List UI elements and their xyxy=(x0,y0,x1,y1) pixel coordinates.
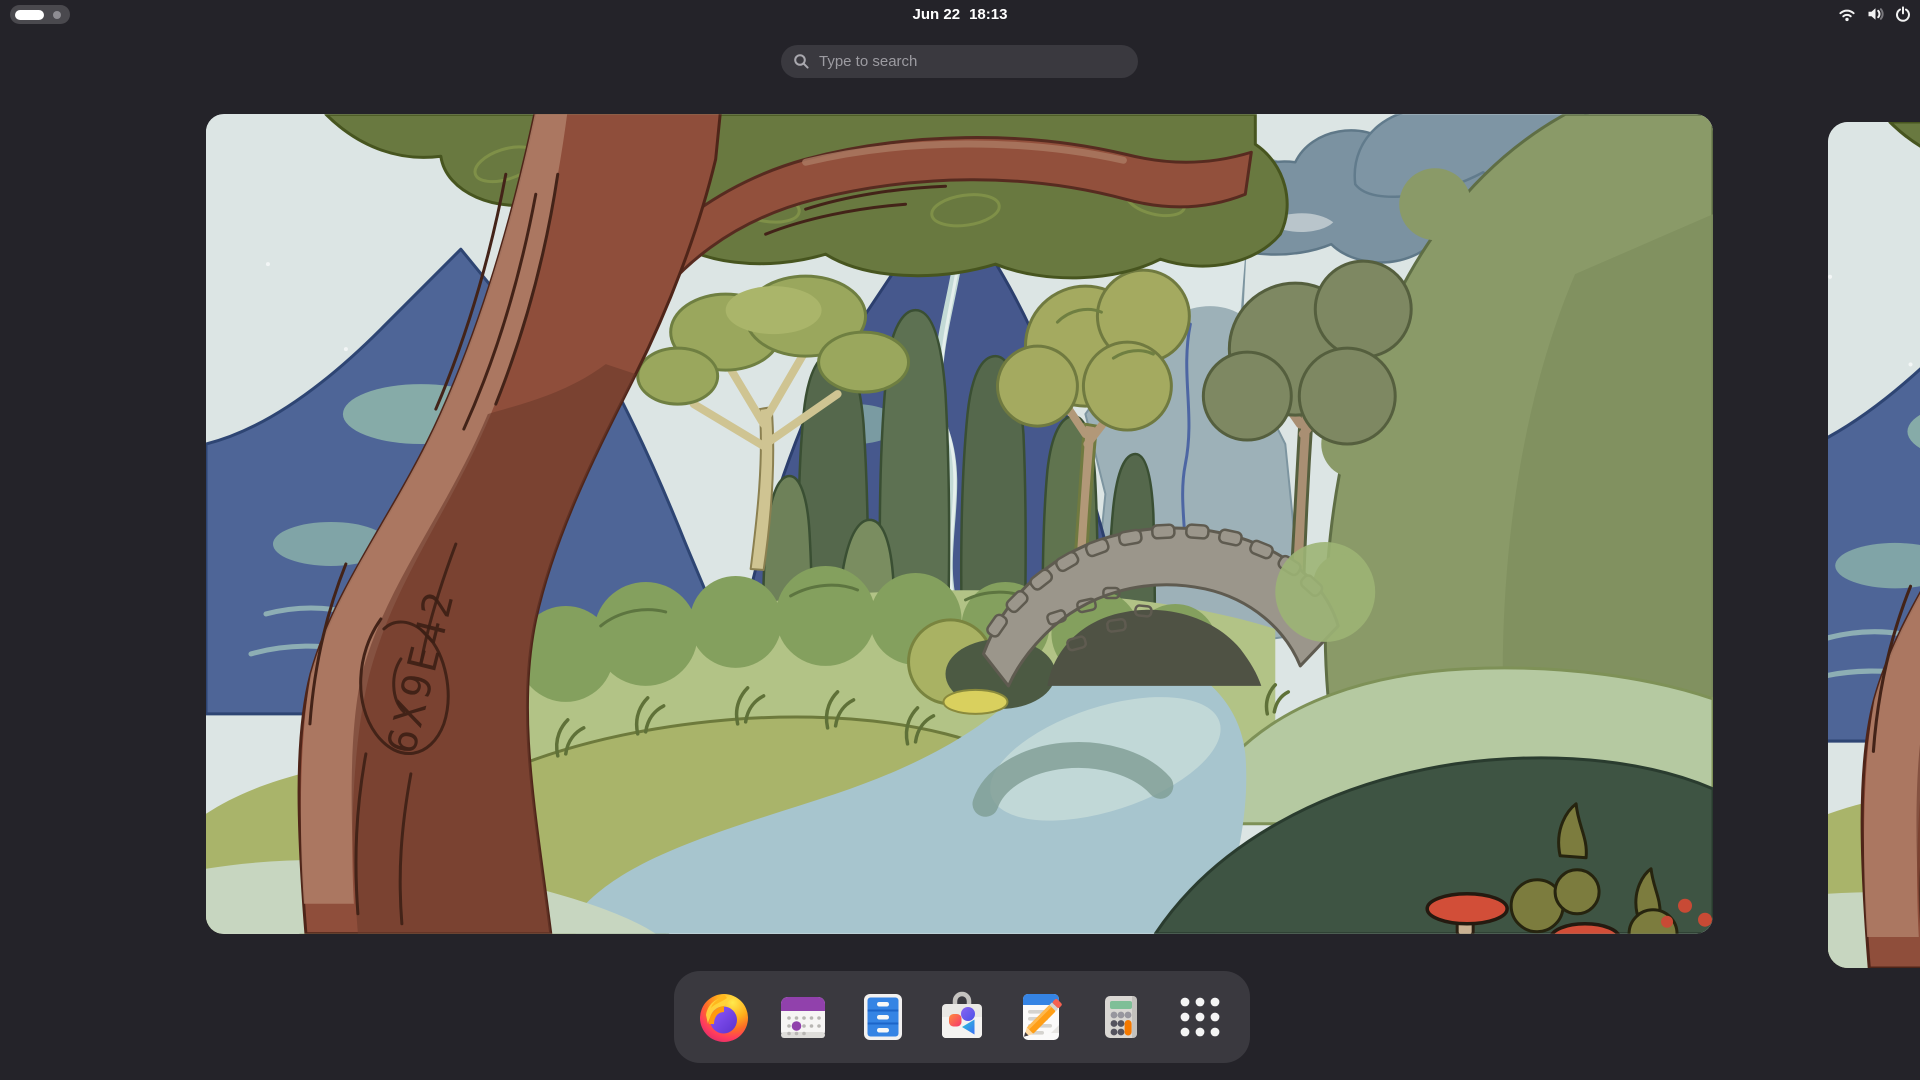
calendar-icon xyxy=(775,989,831,1045)
wifi-icon[interactable] xyxy=(1838,5,1856,23)
dock-item-files[interactable] xyxy=(855,989,911,1045)
clock-button[interactable]: Jun 22 18:13 xyxy=(913,0,1008,28)
workspace-dot-inactive[interactable] xyxy=(53,11,61,19)
dock-item-firefox[interactable] xyxy=(696,989,752,1045)
text-editor-icon xyxy=(1013,989,1069,1045)
dock-item-app-grid[interactable] xyxy=(1172,989,1228,1045)
software-icon xyxy=(934,989,990,1045)
clock-time: 18:13 xyxy=(969,6,1007,23)
workspace-dot-active[interactable] xyxy=(15,10,44,20)
app-grid-icon xyxy=(1172,989,1228,1045)
system-status-area[interactable] xyxy=(1838,0,1912,28)
wallpaper-illustration xyxy=(206,114,1713,934)
search-icon xyxy=(793,53,810,70)
workspace-indicator[interactable] xyxy=(10,5,70,24)
dock-item-text-editor[interactable] xyxy=(1013,989,1069,1045)
calculator-icon xyxy=(1093,989,1149,1045)
search-bar[interactable] xyxy=(781,45,1138,78)
dock-item-calendar[interactable] xyxy=(775,989,831,1045)
clock-date: Jun 22 xyxy=(913,6,961,23)
firefox-icon xyxy=(696,989,752,1045)
top-bar: Jun 22 18:13 xyxy=(0,0,1920,28)
volume-icon[interactable] xyxy=(1866,5,1884,23)
dash-dock xyxy=(674,971,1250,1063)
search-input[interactable] xyxy=(819,53,1126,70)
wallpaper-illustration-next xyxy=(1828,122,1920,968)
power-icon[interactable] xyxy=(1894,5,1912,23)
files-icon xyxy=(855,989,911,1045)
dock-item-calculator[interactable] xyxy=(1093,989,1149,1045)
workspace-thumbnail-next[interactable] xyxy=(1828,122,1920,968)
dock-item-software[interactable] xyxy=(934,989,990,1045)
workspace-thumbnail-current[interactable] xyxy=(206,114,1713,934)
